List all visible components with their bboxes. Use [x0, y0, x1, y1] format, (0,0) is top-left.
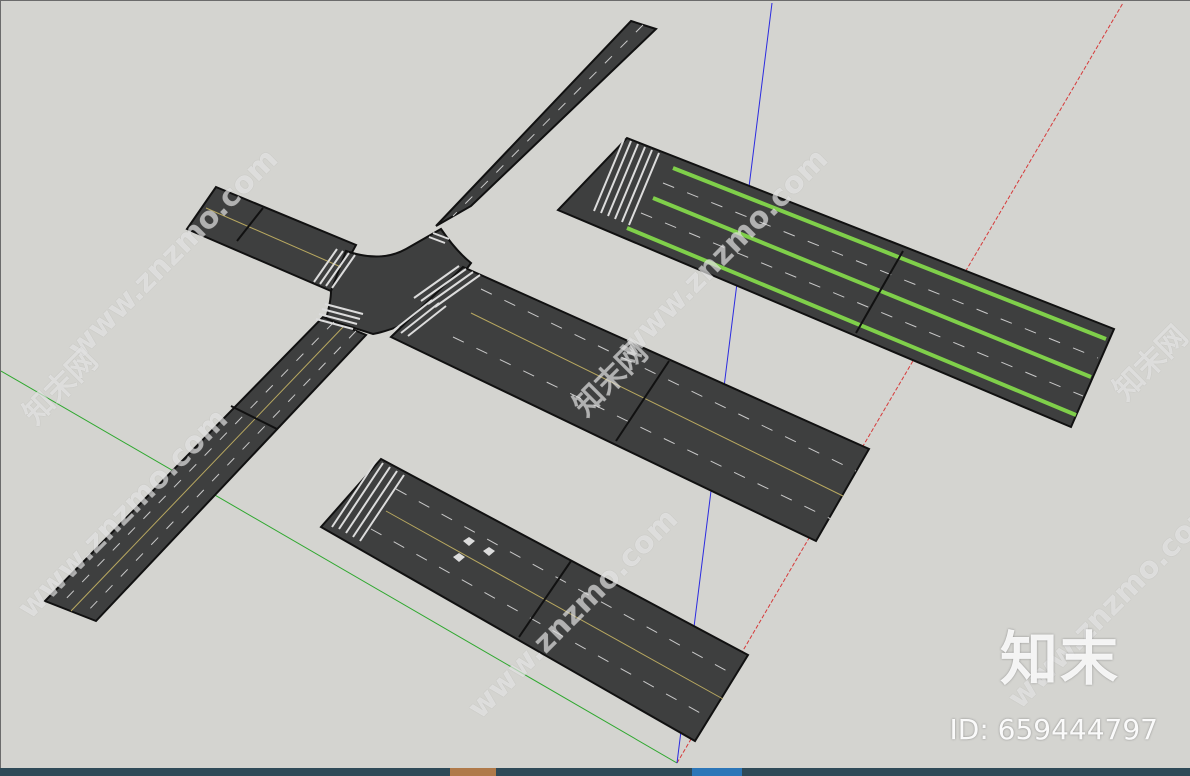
taskbar-app-icon[interactable]	[450, 768, 496, 776]
road-segment-crosswalk-arrows[interactable]	[319, 457, 750, 743]
taskbar	[0, 768, 1190, 776]
model-viewport[interactable]: www.znzmo.com 知末网 www.znzmo.com 知末网 www.…	[0, 0, 1190, 768]
taskbar-spacer	[496, 768, 692, 776]
sketchup-scene[interactable]	[1, 1, 1190, 769]
taskbar-spacer	[0, 768, 450, 776]
taskbar-app-icon-active[interactable]	[692, 768, 742, 776]
